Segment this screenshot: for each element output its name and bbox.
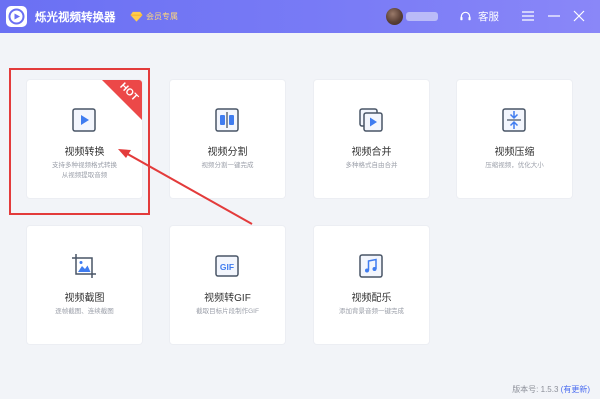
annotation-arrow (118, 149, 253, 225)
version-info: 版本号: 1.5.3 (有更新) (512, 384, 590, 395)
version-label: 版本号: 1.5.3 (512, 385, 559, 394)
update-link[interactable]: (有更新) (561, 385, 590, 394)
